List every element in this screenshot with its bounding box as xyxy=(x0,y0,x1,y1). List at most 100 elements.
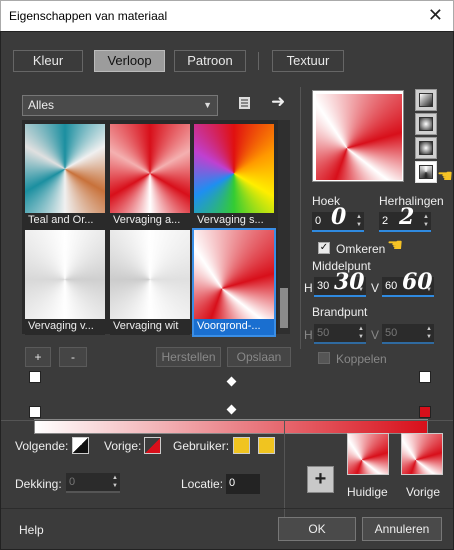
gradient-library: Teal and Or... Vervaging a... Vervaging … xyxy=(22,120,290,337)
midpoint-v-value: 60 xyxy=(385,280,398,292)
linear-style-icon xyxy=(419,93,433,107)
editor-divider xyxy=(284,421,285,517)
location-label: Locatie: xyxy=(181,477,224,491)
color-stop-end[interactable] xyxy=(419,406,431,418)
tab-textuur[interactable]: Textuur xyxy=(272,50,344,72)
opacity-value: 0 xyxy=(69,476,76,488)
pointing-hand-icon: ☚ xyxy=(387,235,404,255)
spin-arrows-icon: ▲ ▼ xyxy=(426,326,432,340)
thumbnail-voorgrond[interactable]: Voorgrond-... xyxy=(192,228,276,337)
annotation-mid-h: 30 xyxy=(334,269,365,295)
library-scrollbar[interactable] xyxy=(278,120,290,334)
gradient-preview[interactable] xyxy=(312,90,404,182)
angle-value: 0 xyxy=(315,215,322,227)
location-input[interactable]: 0 xyxy=(226,474,260,494)
color-stop-start[interactable] xyxy=(29,406,41,418)
radial-style-icon xyxy=(419,141,433,155)
tab-patroon[interactable]: Patroon xyxy=(174,50,246,72)
title-bar: Eigenschappen van materiaal ✕ xyxy=(0,0,454,31)
thumbnail-vervaging-a[interactable]: Vervaging a... xyxy=(110,124,190,229)
chevron-down-icon: ▼ xyxy=(203,100,212,110)
panel-divider xyxy=(300,87,301,349)
invert-checkbox[interactable]: ✓ xyxy=(318,242,330,254)
thumbnail-vervaging-wit[interactable]: Vervaging wit xyxy=(110,230,190,335)
spin-arrows-icon: ▲ ▼ xyxy=(358,326,364,340)
style-linear-button[interactable] xyxy=(415,89,437,111)
rectangular-style-icon xyxy=(419,117,433,131)
gradient-bar[interactable] xyxy=(34,419,428,434)
restore-button[interactable]: Herstellen xyxy=(156,347,221,367)
previous-swatch[interactable] xyxy=(401,433,443,475)
help-link[interactable]: Help xyxy=(19,523,44,537)
next-color-swatch[interactable] xyxy=(72,437,89,454)
ok-button[interactable]: OK xyxy=(278,517,356,541)
pointing-hand-icon: ☚ xyxy=(437,166,454,186)
link-label: Koppelen xyxy=(336,352,387,366)
tab-verloop[interactable]: Verloop xyxy=(94,50,165,72)
spin-arrows-icon: ▲ ▼ xyxy=(112,475,118,489)
close-icon[interactable]: ✕ xyxy=(428,5,443,26)
thumbnail-swatch xyxy=(110,230,190,320)
library-dropdown[interactable]: Alles ▼ xyxy=(22,95,218,116)
scrollbar-thumb[interactable] xyxy=(280,288,288,328)
remove-gradient-button[interactable]: - xyxy=(59,347,87,367)
style-radial-button[interactable] xyxy=(415,137,437,159)
opacity-input[interactable]: 0 ▲ ▼ xyxy=(66,473,120,493)
add-color-button[interactable]: + xyxy=(307,466,334,493)
thumbnail-label: Teal and Or... xyxy=(25,213,105,229)
opacity-stop-start[interactable] xyxy=(29,371,41,383)
thumbnail-label: Vervaging s... xyxy=(194,213,274,229)
arrow-right-icon[interactable]: ➜ xyxy=(271,92,285,112)
user-color-swatch-2[interactable] xyxy=(258,437,275,454)
opacity-label: Dekking: xyxy=(15,477,62,491)
gradient-preview-swatch xyxy=(316,94,402,180)
annotation-angle: 0 xyxy=(331,204,347,230)
tab-kleur[interactable]: Kleur xyxy=(13,50,83,72)
section-divider xyxy=(1,420,453,421)
footer-divider xyxy=(1,508,453,509)
thumbnail-swatch xyxy=(194,124,274,214)
window-title: Eigenschappen van materiaal xyxy=(9,9,168,23)
user-label: Gebruiker: xyxy=(173,439,230,453)
save-button[interactable]: Opslaan xyxy=(227,347,291,367)
prev-label: Vorige: xyxy=(104,439,142,453)
annotation-repeats: 2 xyxy=(399,204,415,230)
library-dropdown-value: Alles xyxy=(28,98,55,112)
thumbnail-vervaging-s[interactable]: Vervaging s... xyxy=(194,124,274,229)
prev-color-swatch[interactable] xyxy=(144,437,161,454)
repeats-value: 2 xyxy=(382,215,389,227)
style-rectangular-button[interactable] xyxy=(415,113,437,135)
current-swatch[interactable] xyxy=(347,433,389,475)
thumbnail-label: Vervaging wit xyxy=(110,319,190,335)
opacity-stop-end[interactable] xyxy=(419,371,431,383)
dialog-body: Kleur Verloop Patroon Textuur Alles ▼ ➜ … xyxy=(0,31,454,550)
focal-h-value: 50 xyxy=(317,327,330,339)
thumbnail-swatch xyxy=(110,124,190,214)
focal-v-input[interactable]: 50 ▲ ▼ xyxy=(382,324,434,344)
link-checkbox[interactable] xyxy=(318,352,330,364)
next-label: Volgende: xyxy=(15,439,69,453)
current-label: Huidige xyxy=(347,485,388,499)
user-color-swatch[interactable] xyxy=(233,437,250,454)
color-midpoint-handle[interactable] xyxy=(226,404,237,415)
midpoint-v-label: V xyxy=(371,281,380,295)
thumbnail-label: Vervaging a... xyxy=(110,213,190,229)
cancel-button[interactable]: Annuleren xyxy=(362,517,442,541)
focal-h-input[interactable]: 50 ▲ ▼ xyxy=(314,324,366,344)
midpoint-h-value: 30 xyxy=(317,280,330,292)
focal-label: Brandpunt xyxy=(312,305,368,319)
thumbnail-swatch xyxy=(194,230,274,320)
thumbnail-vervaging-v[interactable]: Vervaging v... xyxy=(25,230,105,335)
annotation-mid-v: 60 xyxy=(402,269,433,295)
thumbnail-swatch xyxy=(25,124,105,214)
add-gradient-button[interactable]: + xyxy=(25,347,51,367)
thumbnail-teal-orange[interactable]: Teal and Or... xyxy=(25,124,105,229)
style-sunburst-button[interactable] xyxy=(415,161,437,183)
thumbnail-swatch xyxy=(25,230,105,320)
opacity-midpoint-handle[interactable] xyxy=(226,376,237,387)
library-menu-icon[interactable] xyxy=(236,95,252,115)
previous-label: Vorige xyxy=(406,485,441,499)
invert-label: Omkeren xyxy=(336,242,386,256)
focal-v-label: V xyxy=(371,328,380,342)
thumbnail-label: Voorgrond-... xyxy=(194,319,274,335)
